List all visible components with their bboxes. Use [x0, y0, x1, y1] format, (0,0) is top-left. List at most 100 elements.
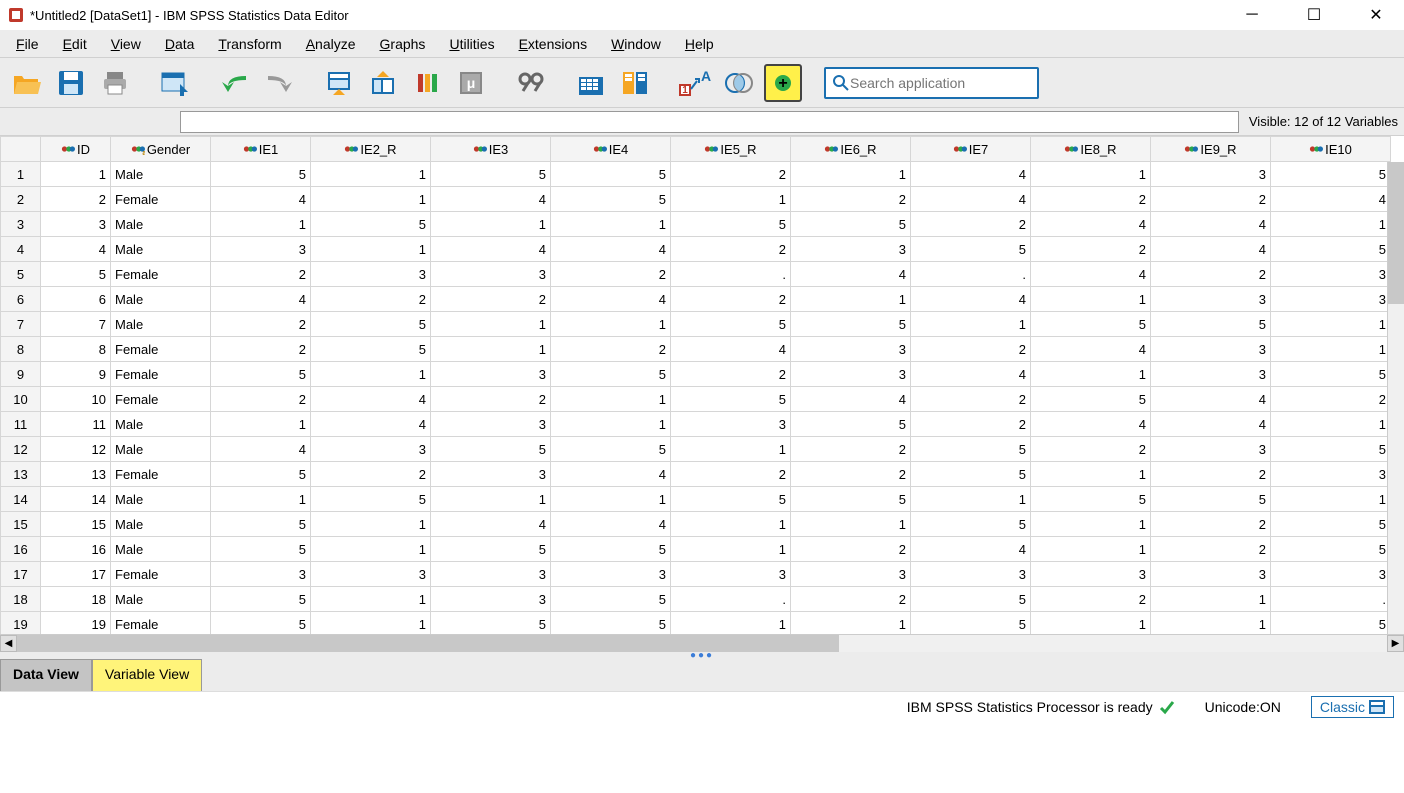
cell[interactable]: 4 — [911, 287, 1031, 312]
vertical-scrollbar[interactable] — [1387, 162, 1404, 634]
menu-edit[interactable]: Edit — [51, 32, 99, 56]
cell[interactable]: 13 — [41, 462, 111, 487]
cell[interactable]: 5 — [41, 262, 111, 287]
tab-data-view[interactable]: Data View — [0, 659, 92, 691]
cell[interactable]: 1 — [1271, 312, 1391, 337]
cell[interactable]: 4 — [1031, 262, 1151, 287]
cell[interactable]: 3 — [311, 562, 431, 587]
cell[interactable]: 3 — [431, 362, 551, 387]
cell[interactable]: Male — [111, 287, 211, 312]
use-sets-button[interactable] — [720, 64, 758, 102]
cell[interactable]: 4 — [791, 262, 911, 287]
cell[interactable]: 2 — [1031, 587, 1151, 612]
cell[interactable]: 1 — [791, 162, 911, 187]
row-header[interactable]: 6 — [1, 287, 41, 312]
cell[interactable]: 2 — [41, 187, 111, 212]
cell[interactable]: 1 — [311, 612, 431, 635]
cell[interactable]: 4 — [431, 512, 551, 537]
cell[interactable]: 4 — [911, 162, 1031, 187]
cell[interactable]: 4 — [311, 387, 431, 412]
row-header[interactable]: 19 — [1, 612, 41, 635]
print-button[interactable] — [96, 64, 134, 102]
cell[interactable]: 5 — [551, 537, 671, 562]
cell[interactable]: 2 — [671, 162, 791, 187]
cell[interactable]: 1 — [431, 312, 551, 337]
cell[interactable]: 3 — [311, 437, 431, 462]
cell[interactable]: 1 — [671, 187, 791, 212]
cell[interactable]: 1 — [551, 387, 671, 412]
cell[interactable]: 4 — [211, 437, 311, 462]
cell[interactable]: 5 — [1031, 312, 1151, 337]
cell[interactable]: 3 — [1151, 162, 1271, 187]
cell[interactable]: 2 — [1151, 537, 1271, 562]
cell[interactable]: 5 — [1031, 387, 1151, 412]
row-header[interactable]: 16 — [1, 537, 41, 562]
menu-window[interactable]: Window — [599, 32, 673, 56]
scroll-left-button[interactable]: ◀ — [0, 635, 17, 652]
menu-file[interactable]: File — [4, 32, 51, 56]
value-labels-button[interactable]: 1A — [676, 64, 714, 102]
cell[interactable]: 5 — [1271, 362, 1391, 387]
cell[interactable]: 3 — [1271, 562, 1391, 587]
data-grid[interactable]: IDaGenderIE1IE2_RIE3IE4IE5_RIE6_RIE7IE8_… — [0, 136, 1404, 634]
cell[interactable]: 4 — [1151, 387, 1271, 412]
column-header-IE1[interactable]: IE1 — [211, 137, 311, 162]
cell[interactable]: 2 — [791, 462, 911, 487]
cell[interactable]: 5 — [1031, 487, 1151, 512]
cell[interactable]: 7 — [41, 312, 111, 337]
cell[interactable]: Female — [111, 337, 211, 362]
search-box[interactable] — [824, 67, 1039, 99]
cell[interactable]: 4 — [551, 287, 671, 312]
cell[interactable]: 5 — [211, 362, 311, 387]
cell[interactable]: 2 — [211, 262, 311, 287]
cell[interactable]: 3 — [791, 237, 911, 262]
cell[interactable]: 3 — [1031, 562, 1151, 587]
cell[interactable]: 6 — [41, 287, 111, 312]
row-header[interactable]: 11 — [1, 412, 41, 437]
cell[interactable]: 1 — [431, 337, 551, 362]
column-header-IE8_R[interactable]: IE8_R — [1031, 137, 1151, 162]
row-header[interactable]: 17 — [1, 562, 41, 587]
row-header[interactable]: 3 — [1, 212, 41, 237]
cell[interactable]: 4 — [211, 287, 311, 312]
cell[interactable]: 4 — [551, 237, 671, 262]
cell[interactable]: 15 — [41, 512, 111, 537]
cell[interactable]: 1 — [671, 512, 791, 537]
cell[interactable]: 2 — [791, 587, 911, 612]
cell[interactable]: 5 — [311, 312, 431, 337]
cell[interactable]: 5 — [1271, 237, 1391, 262]
row-header[interactable]: 9 — [1, 362, 41, 387]
cell[interactable]: 5 — [551, 612, 671, 635]
cell[interactable]: 3 — [431, 587, 551, 612]
cell[interactable]: 3 — [671, 412, 791, 437]
cell[interactable]: 5 — [1271, 162, 1391, 187]
cell[interactable]: 5 — [211, 537, 311, 562]
cell[interactable]: Male — [111, 587, 211, 612]
cell[interactable]: 1 — [791, 612, 911, 635]
menu-view[interactable]: View — [99, 32, 153, 56]
row-header[interactable]: 8 — [1, 337, 41, 362]
cell[interactable]: 3 — [311, 262, 431, 287]
cell[interactable]: 1 — [431, 487, 551, 512]
cell[interactable]: 2 — [311, 462, 431, 487]
cell[interactable]: 1 — [1031, 537, 1151, 562]
cell[interactable]: 1 — [551, 212, 671, 237]
menu-graphs[interactable]: Graphs — [368, 32, 438, 56]
cell[interactable]: Female — [111, 462, 211, 487]
cell[interactable]: 3 — [1271, 287, 1391, 312]
cell[interactable]: 1 — [791, 287, 911, 312]
column-header-IE6_R[interactable]: IE6_R — [791, 137, 911, 162]
scrollbar-thumb[interactable] — [17, 635, 839, 652]
cell[interactable]: 5 — [1271, 512, 1391, 537]
row-header[interactable]: 1 — [1, 162, 41, 187]
row-header[interactable]: 10 — [1, 387, 41, 412]
cell[interactable]: 1 — [311, 512, 431, 537]
cell[interactable]: 4 — [41, 237, 111, 262]
cell[interactable]: 2 — [1031, 437, 1151, 462]
cell[interactable]: 1 — [211, 412, 311, 437]
cell[interactable]: Male — [111, 412, 211, 437]
cell[interactable]: 4 — [911, 537, 1031, 562]
cell[interactable]: 3 — [211, 237, 311, 262]
save-button[interactable] — [52, 64, 90, 102]
cell[interactable]: 3 — [1271, 262, 1391, 287]
